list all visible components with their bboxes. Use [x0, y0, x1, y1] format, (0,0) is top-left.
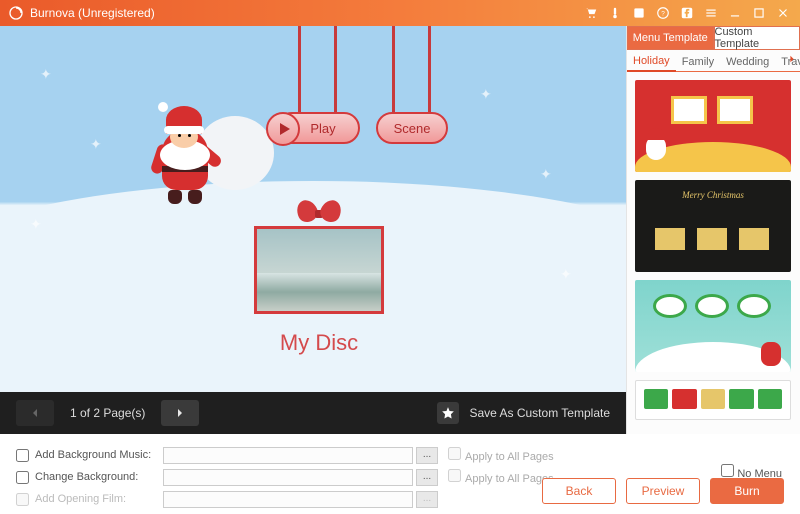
play-label: Play — [310, 121, 335, 136]
template-thumb-1[interactable] — [635, 80, 791, 172]
play-button[interactable]: Play — [276, 112, 360, 144]
template-thumb-2[interactable]: Merry Christmas — [635, 180, 791, 272]
opening-film-label: Add Opening Film: — [35, 493, 163, 505]
pager-bar: 1 of 2 Page(s) Save As Custom Template — [0, 392, 626, 434]
scene-button[interactable]: Scene — [376, 112, 448, 144]
opening-film-path — [163, 491, 413, 508]
bg-music-checkbox[interactable] — [16, 449, 29, 462]
bg-music-label: Add Background Music: — [35, 449, 163, 461]
play-icon — [266, 112, 300, 146]
cat-family[interactable]: Family — [676, 56, 720, 71]
title-bar: Burnova (Unregistered) ? — [0, 0, 800, 26]
cat-wedding[interactable]: Wedding — [720, 56, 775, 71]
change-bg-path[interactable] — [163, 469, 413, 486]
santa-graphic — [148, 100, 258, 220]
maximize-icon[interactable] — [750, 4, 768, 22]
bow-icon — [299, 196, 339, 226]
help-icon[interactable]: ? — [654, 4, 672, 22]
star-icon[interactable] — [437, 402, 459, 424]
facebook-icon[interactable] — [678, 4, 696, 22]
change-bg-checkbox[interactable] — [16, 471, 29, 484]
tab-custom-template[interactable]: Custom Template — [714, 26, 800, 50]
template-panel: Menu Template Custom Template Holiday Fa… — [626, 26, 800, 434]
cart-icon[interactable] — [582, 4, 600, 22]
change-bg-applyall-checkbox — [448, 469, 461, 482]
scene-label: Scene — [394, 121, 431, 136]
prev-page-button[interactable] — [16, 400, 54, 426]
change-bg-label: Change Background: — [35, 471, 163, 483]
disc-title: My Disc — [254, 330, 384, 356]
thermometer-icon[interactable] — [606, 4, 624, 22]
app-title: Burnova (Unregistered) — [30, 6, 155, 20]
preview-button[interactable]: Preview — [626, 478, 700, 504]
template-thumb-4[interactable] — [635, 380, 791, 420]
menu-icon[interactable] — [702, 4, 720, 22]
close-icon[interactable] — [774, 4, 792, 22]
change-bg-browse[interactable]: ... — [416, 469, 438, 486]
opening-film-browse: ... — [416, 491, 438, 508]
back-button[interactable]: Back — [542, 478, 616, 504]
app-logo-icon — [8, 5, 24, 21]
bg-music-applyall-checkbox — [448, 447, 461, 460]
opening-film-checkbox — [16, 493, 29, 506]
burn-button[interactable]: Burn — [710, 478, 784, 504]
cat-scroll-right-icon[interactable] — [788, 54, 798, 64]
register-icon[interactable] — [630, 4, 648, 22]
bg-music-browse[interactable]: ... — [416, 447, 438, 464]
page-indicator: 1 of 2 Page(s) — [70, 406, 145, 420]
next-page-button[interactable] — [161, 400, 199, 426]
no-menu-checkbox[interactable] — [721, 464, 734, 477]
svg-text:?: ? — [661, 10, 665, 17]
template-thumb-3[interactable] — [635, 280, 791, 372]
cat-holiday[interactable]: Holiday — [627, 55, 676, 72]
save-template-button[interactable]: Save As Custom Template — [469, 406, 610, 420]
settings-footer: Add Background Music: ... Apply to All P… — [0, 434, 800, 514]
menu-preview: ✦ ✦ ✦ ✦ ✦ ✦ Play — [0, 26, 626, 392]
disc-thumbnail[interactable]: My Disc — [254, 196, 384, 356]
bg-music-path[interactable] — [163, 447, 413, 464]
tab-menu-template[interactable]: Menu Template — [627, 26, 714, 50]
minimize-icon[interactable] — [726, 4, 744, 22]
